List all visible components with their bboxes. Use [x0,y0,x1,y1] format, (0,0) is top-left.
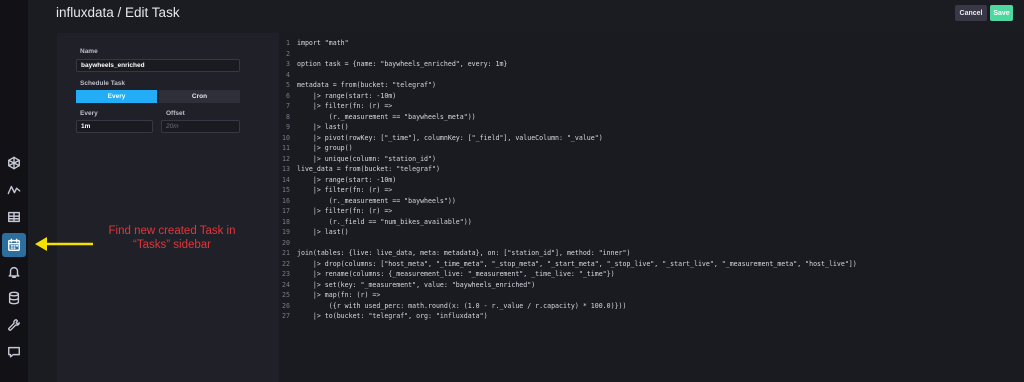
dashboards-icon[interactable] [3,179,25,201]
settings-wrench-icon[interactable] [3,314,25,336]
annotation-text: Find new created Task in “Tasks” sidebar [92,224,252,252]
database-icon[interactable] [3,287,25,309]
page-title: influxdata / Edit Task [56,5,180,20]
every-label: Every [80,110,98,117]
line-number: 22 [282,259,290,268]
code-text: |> filter(fn: (r) => [297,186,393,194]
line-number: 14 [282,175,290,184]
code-text: |> filter(fn: (r) => [297,102,393,110]
code-text: |> to(bucket: "telegraf", org: "influxda… [297,312,488,320]
code-text: |> filter(fn: (r) => [297,207,393,215]
task-name-input[interactable]: baywheels_enriched [76,59,240,72]
save-button[interactable]: Save [990,5,1013,21]
line-number: 23 [282,270,290,278]
line-number: 6 [286,91,290,100]
line-number: 11 [282,144,290,152]
code-text: option task = {name: "baywheels_enriched… [297,60,508,68]
line-number: 12 [282,154,290,163]
annotation-arrow-icon [35,237,93,251]
code-text: live_data = from(bucket: "telegraf") [297,165,440,173]
code-text: (r._measurement == "baywheels")) [297,196,456,205]
code-editor[interactable]: 1 import "math" 2 3 option task = {name: "ba… [279,33,1024,382]
annotation-line-1: Find new created Task in [108,225,236,237]
line-number: 20 [282,238,290,247]
line-number: 16 [282,196,290,205]
line-number: 17 [282,207,290,215]
line-number: 1 [286,39,290,47]
line-number: 13 [282,165,290,173]
line-number: 4 [286,70,290,79]
offset-input[interactable]: 20m [161,120,240,133]
code-text: |> pivot(rowKey: ["_time"], columnKey: [… [297,133,603,142]
code-text: |> unique(column: "station_id") [297,154,436,163]
code-text: ({r with used_perc: math.round(x: (1.0 -… [297,301,627,310]
code-text: |> range(start: -10m) [297,175,397,184]
line-number: 18 [282,217,290,226]
line-number: 10 [282,133,290,142]
feedback-icon[interactable] [3,341,25,363]
tasks-icon[interactable] [2,233,26,257]
line-number: 7 [286,102,290,110]
code-text: join(tables: {live: live_data, meta: met… [297,249,631,257]
code-text: |> drop(columns: ["host_meta", "_time_me… [297,259,857,268]
code-text: |> rename(columns: {_measurement_live: "… [297,270,615,278]
code-text: |> range(start: -10m) [297,91,397,100]
schedule-task-label: Schedule Task [80,80,126,87]
line-number: 24 [282,280,290,289]
code-text: metadata = from(bucket: "telegraf") [297,81,436,89]
code-text: |> last() [297,123,349,131]
line-number: 9 [286,123,290,131]
line-number: 26 [282,301,290,310]
offset-label: Offset [166,110,185,117]
line-number: 15 [282,186,290,194]
code-text: import "math" [297,39,349,47]
code-text: (r._field == "num_bikes_available")) [297,217,472,226]
line-number: 5 [286,81,290,89]
line-number: 21 [282,249,290,257]
line-number: 8 [286,112,290,121]
annotation-line-2: “Tasks” sidebar [133,239,211,251]
line-number: 2 [286,49,290,58]
code-text: |> last() [297,228,349,236]
sidebar [0,0,28,382]
name-label: Name [80,48,98,55]
code-text: (r._measurement == "baywheels_meta")) [297,112,476,121]
cancel-button[interactable]: Cancel [955,5,987,21]
line-number: 27 [282,312,290,320]
line-number: 19 [282,228,290,236]
schedule-every-toggle[interactable]: Every [76,90,157,103]
code-text: |> map(fn: (r) => [297,291,381,299]
schedule-cron-toggle[interactable]: Cron [159,90,240,103]
every-input[interactable]: 1m [76,120,153,133]
data-explorer-icon[interactable] [3,152,25,174]
task-settings-form: Name baywheels_enriched Schedule Task Ev… [70,40,246,140]
code-text: |> set(key: "_measurement", value: "bayw… [297,280,536,289]
alerts-icon[interactable] [3,261,25,283]
line-number: 3 [286,60,290,68]
table-icon[interactable] [3,206,25,228]
code-text: |> group() [297,144,353,152]
line-number: 25 [282,291,290,299]
